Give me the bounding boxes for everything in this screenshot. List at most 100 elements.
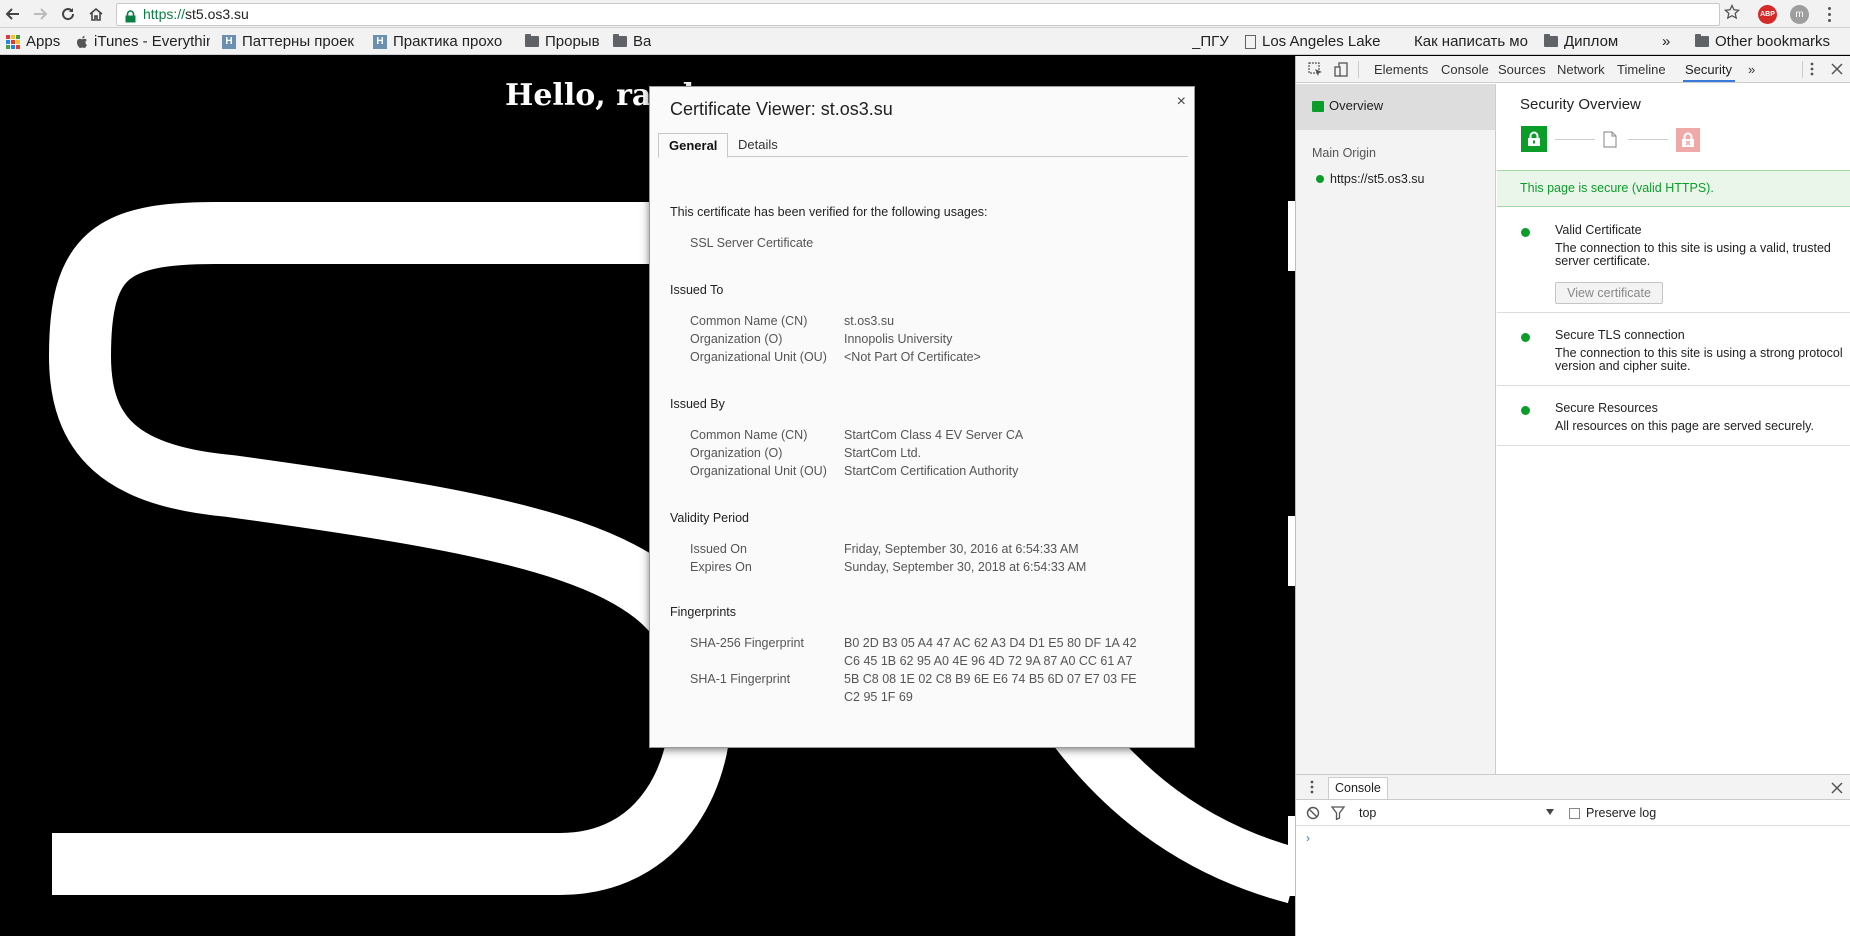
validity-heading: Validity Period: [670, 511, 749, 525]
apps-icon: [6, 34, 20, 49]
security-item-resources: Secure Resources All resources on this p…: [1497, 386, 1850, 446]
field-value: StartCom Certification Authority: [844, 464, 1019, 478]
bookmark-folder-diploma[interactable]: Диплом: [1544, 32, 1618, 51]
sha1-fingerprint-line: 5B C8 08 1E 02 C8 B9 6E E6 74 B5 6D 07 E…: [844, 672, 1137, 686]
bookmark-how-to-write[interactable]: Как написать мо: [1414, 32, 1530, 51]
habr-icon: H: [222, 34, 236, 49]
inspect-element-icon[interactable]: [1308, 62, 1323, 82]
sha256-fingerprint-line: B0 2D B3 05 A4 47 AC 62 A3 D4 D1 E5 80 D…: [844, 636, 1137, 650]
device-toolbar-icon[interactable]: [1334, 62, 1349, 82]
field-label: Expires On: [690, 560, 752, 574]
sha256-fingerprint-line: C6 45 1B 62 95 A0 4E 96 4D 72 9A 87 A0 C…: [844, 654, 1133, 668]
execution-context-select[interactable]: top: [1359, 806, 1376, 820]
bookmark-patterns[interactable]: H Паттерны проек: [222, 32, 362, 51]
console-toolbar: top Preserve log: [1296, 800, 1850, 826]
tab-timeline[interactable]: Timeline: [1617, 62, 1666, 77]
home-button[interactable]: [86, 4, 106, 24]
secure-status-dot: [1521, 228, 1530, 237]
bookmark-apps[interactable]: Apps: [6, 32, 60, 51]
document-icon: [1603, 131, 1617, 153]
drawer-tabbar: Console: [1296, 775, 1850, 800]
field-label: SHA-256 Fingerprint: [690, 636, 804, 650]
field-label: Organization (O): [690, 446, 783, 460]
secure-status-dot: [1316, 175, 1324, 183]
address-bar[interactable]: https://st5.os3.su: [116, 3, 1720, 26]
preserve-log-checkbox[interactable]: [1569, 808, 1580, 819]
security-overview-panel: Security Overview This page is secure (v…: [1497, 84, 1850, 774]
devtools-panel: Elements Console Sources Network Timelin…: [1295, 56, 1850, 936]
tab-details[interactable]: Details: [728, 133, 788, 157]
field-label: Organizational Unit (OU): [690, 350, 827, 364]
browser-toolbar: https://st5.os3.su ABP m: [0, 0, 1850, 28]
sidebar-item-origin[interactable]: https://st5.os3.su: [1316, 172, 1425, 186]
field-label: Organizational Unit (OU): [690, 464, 827, 478]
bookmark-folder-proryv[interactable]: Прорыв: [525, 32, 600, 51]
forward-button[interactable]: [30, 4, 50, 24]
bookmark-los-angeles[interactable]: Los Angeles Lake: [1245, 32, 1385, 51]
filter-icon[interactable]: [1330, 806, 1346, 825]
bookmark-pgu[interactable]: _ПГУ: [1192, 32, 1229, 51]
apple-icon: [76, 35, 88, 49]
panel-title: Security Overview: [1520, 96, 1641, 113]
issued-to-heading: Issued To: [670, 283, 724, 297]
tab-general[interactable]: General: [658, 133, 729, 158]
security-item-tls: Secure TLS connection The connection to …: [1497, 313, 1850, 386]
secure-status-banner: This page is secure (valid HTTPS).: [1497, 170, 1850, 207]
bookmark-practice[interactable]: H Практика прохо: [373, 32, 509, 51]
chevron-down-icon[interactable]: [1546, 809, 1554, 815]
field-label: Issued On: [690, 542, 747, 556]
secure-lock-icon: [1521, 126, 1547, 152]
active-tab-indicator: [1683, 80, 1735, 82]
issued-by-heading: Issued By: [670, 397, 725, 411]
drawer-menu-icon[interactable]: [1308, 779, 1316, 800]
view-certificate-button[interactable]: View certificate: [1555, 282, 1663, 304]
clear-console-icon[interactable]: [1306, 806, 1320, 825]
profile-avatar[interactable]: m: [1790, 5, 1809, 24]
tab-console[interactable]: Console: [1441, 62, 1489, 77]
page-viewport: Hello, rand Certificate Viewer: st.os3.s…: [0, 56, 1295, 936]
bookmark-star-icon[interactable]: [1723, 3, 1741, 24]
field-label: Organization (O): [690, 332, 783, 346]
sidebar-item-overview[interactable]: Overview: [1296, 84, 1495, 130]
field-value: Innopolis University: [844, 332, 953, 346]
arrow-left-icon: [5, 8, 19, 20]
customize-menu-icon[interactable]: [1808, 61, 1816, 82]
habr-icon: H: [373, 34, 387, 49]
console-drawer: Console top Preserve log ›: [1296, 774, 1850, 936]
secure-status-dot: [1521, 406, 1530, 415]
bookmark-itunes[interactable]: iTunes - Everythin: [76, 32, 210, 51]
tab-sources[interactable]: Sources: [1498, 62, 1546, 77]
secure-status-dot: [1521, 333, 1530, 342]
reload-icon: [62, 8, 75, 21]
lock-icon: [1312, 101, 1324, 112]
certificate-viewer-dialog: Certificate Viewer: st.os3.su × General …: [649, 86, 1195, 748]
dialog-title: Certificate Viewer: st.os3.su: [670, 99, 893, 119]
bookmarks-overflow-button[interactable]: »: [1662, 32, 1670, 51]
back-button[interactable]: [3, 4, 23, 24]
bookmark-folder-va[interactable]: Ва: [613, 32, 651, 51]
tab-security[interactable]: Security: [1685, 62, 1732, 77]
close-icon[interactable]: ×: [1177, 93, 1186, 111]
close-icon[interactable]: [1831, 781, 1843, 799]
close-icon[interactable]: [1831, 62, 1843, 80]
field-value: st.os3.su: [844, 314, 895, 328]
field-value: StartCom Class 4 EV Server CA: [844, 428, 1024, 442]
devtools-tabbar: Elements Console Sources Network Timelin…: [1296, 56, 1850, 83]
tab-network[interactable]: Network: [1557, 62, 1605, 77]
drawer-tab-console[interactable]: Console: [1328, 777, 1388, 799]
lock-icon: [125, 8, 136, 27]
document-icon: [1245, 34, 1256, 49]
field-label: Common Name (CN): [690, 428, 808, 442]
bookmarks-bar: Apps iTunes - Everythin H Паттерны проек…: [0, 28, 1850, 55]
more-tabs-button[interactable]: »: [1748, 62, 1755, 77]
arrow-right-icon: [34, 8, 48, 20]
chrome-menu-button[interactable]: [1826, 5, 1832, 23]
dialog-tabs: General Details: [658, 133, 1188, 158]
reload-button[interactable]: [58, 4, 78, 24]
sha1-fingerprint-line: C2 95 1F 69: [844, 690, 913, 704]
field-value: Friday, September 30, 2016 at 6:54:33 AM: [844, 542, 1079, 556]
bookmark-folder-other[interactable]: Other bookmarks: [1695, 32, 1830, 51]
adblock-extension-icon[interactable]: ABP: [1758, 5, 1777, 24]
console-prompt[interactable]: ›: [1306, 831, 1310, 845]
tab-elements[interactable]: Elements: [1374, 62, 1428, 77]
